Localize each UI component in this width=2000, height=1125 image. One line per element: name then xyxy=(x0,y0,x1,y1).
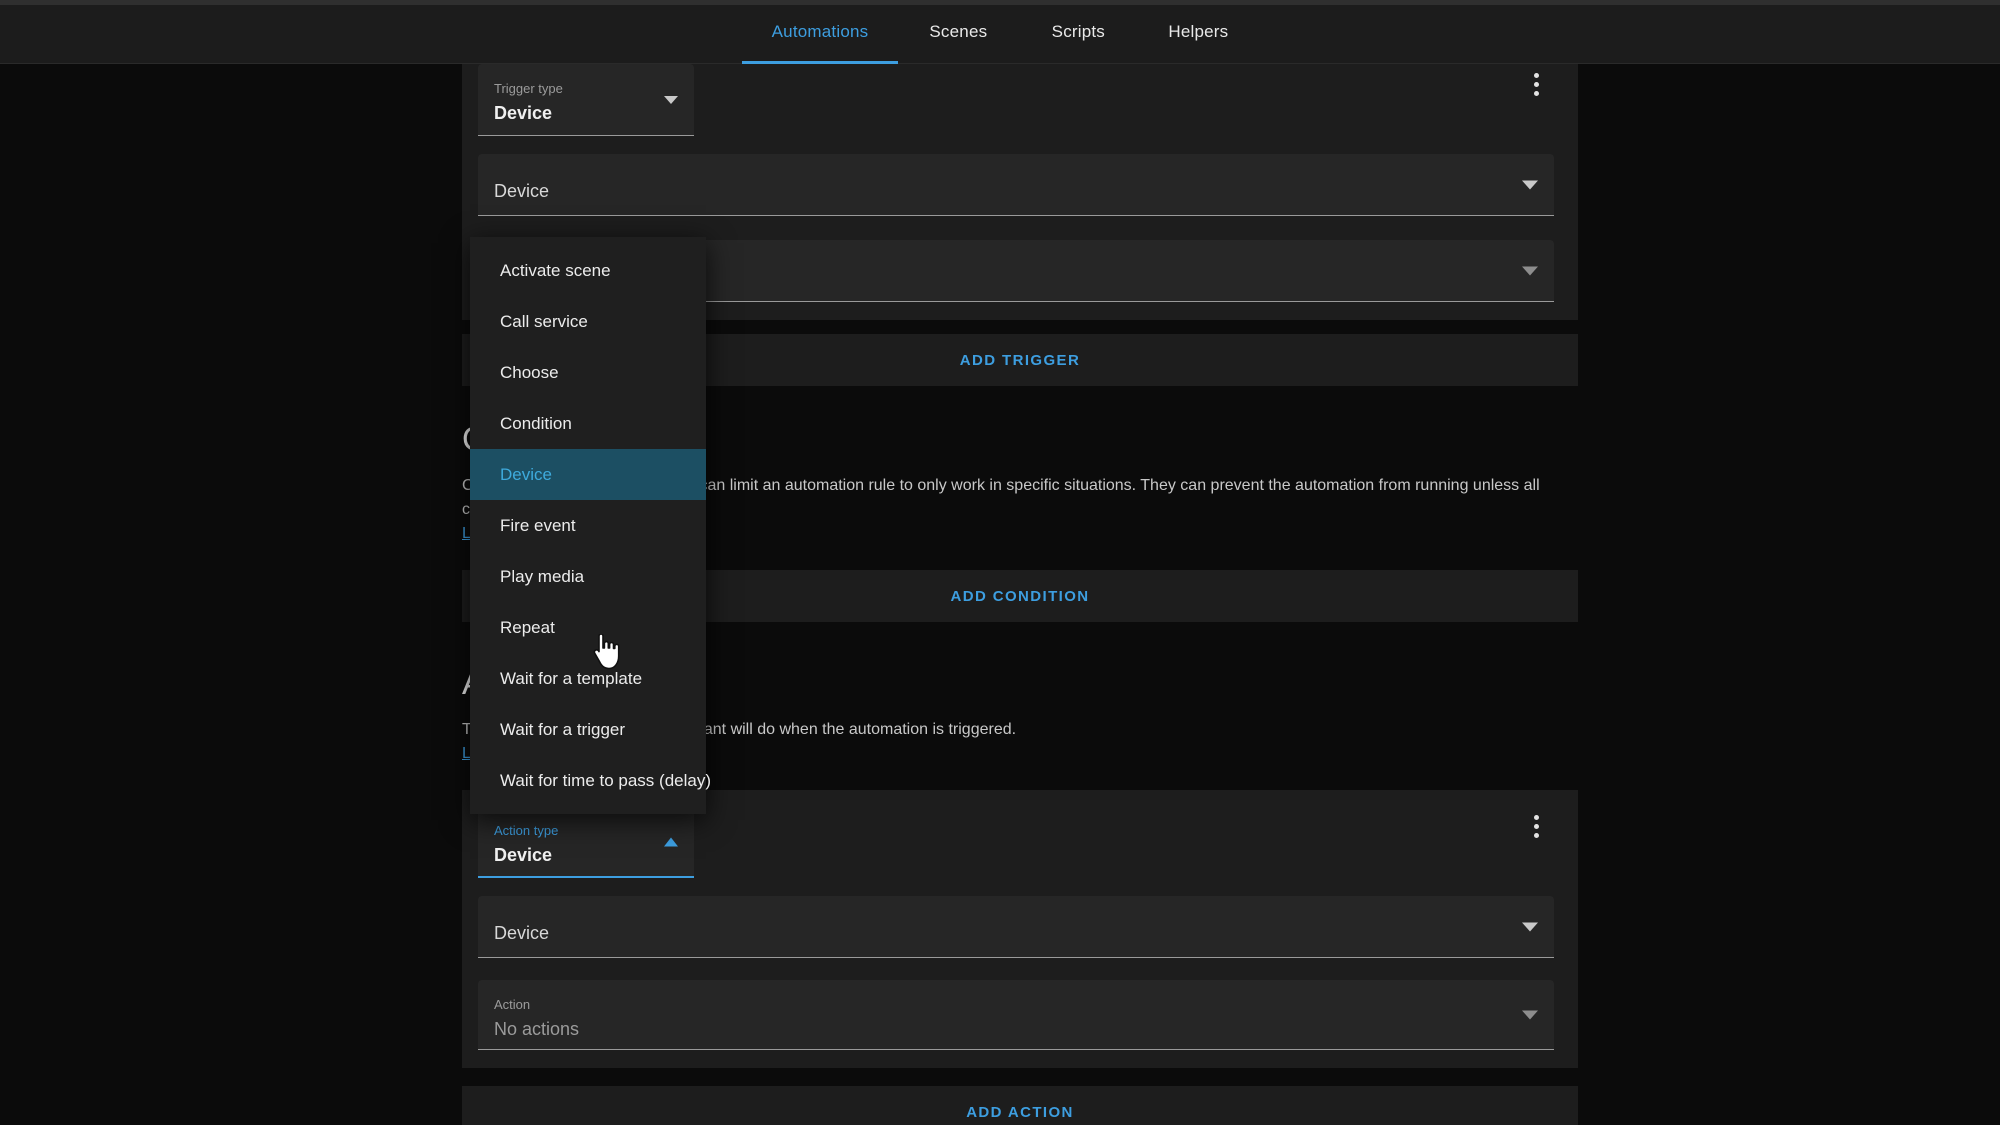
action-type-field[interactable]: Action type Device xyxy=(478,806,694,878)
action-type-value: Device xyxy=(494,845,553,865)
menu-item-label: Play media xyxy=(500,566,585,586)
tab-helpers-label: Helpers xyxy=(1168,22,1229,41)
trigger-overflow-menu-button[interactable] xyxy=(1516,64,1556,104)
chevron-down-icon[interactable] xyxy=(1522,180,1538,190)
menu-item-label: Repeat xyxy=(500,617,555,637)
action-action-label: Action xyxy=(494,997,531,1012)
action-overflow-menu-button[interactable] xyxy=(1516,806,1556,846)
menu-item-label: Activate scene xyxy=(500,260,611,280)
menu-item-label: Call service xyxy=(500,311,588,331)
action-type-dropdown-menu: Activate scene Call service Choose Condi… xyxy=(470,237,711,814)
menu-item-repeat[interactable]: Repeat xyxy=(470,602,706,653)
menu-item-wait-for-a-template[interactable]: Wait for a template xyxy=(470,653,706,704)
dots-vertical-icon-dot xyxy=(1533,823,1539,829)
dots-vertical-icon-dot xyxy=(1533,72,1539,78)
action-action-value: No actions xyxy=(494,1019,580,1039)
tab-scripts[interactable]: Scripts xyxy=(1018,0,1138,64)
trigger-type-value: Device xyxy=(494,103,553,123)
chevron-up-icon[interactable] xyxy=(664,837,678,847)
tab-helpers[interactable]: Helpers xyxy=(1138,0,1258,64)
chevron-down-icon[interactable] xyxy=(1522,922,1538,932)
menu-item-activate-scene[interactable]: Activate scene xyxy=(470,245,706,296)
menu-item-wait-for-a-trigger[interactable]: Wait for a trigger xyxy=(470,704,706,755)
menu-item-label: Wait for a template xyxy=(500,668,643,688)
menu-item-condition[interactable]: Condition xyxy=(470,398,706,449)
action-card: Action type Device Device Action No acti… xyxy=(462,790,1578,1068)
tab-automations[interactable]: Automations xyxy=(741,0,899,64)
dots-vertical-icon-dot xyxy=(1533,81,1539,87)
action-action-field[interactable]: Action No actions xyxy=(478,980,1554,1050)
chevron-down-icon[interactable] xyxy=(1522,266,1538,276)
add-action-button[interactable]: ADD ACTION xyxy=(462,1086,1578,1125)
menu-item-label: Device xyxy=(500,464,552,484)
trigger-card-header: Trigger type Device xyxy=(478,64,1562,140)
tab-scenes-label: Scenes xyxy=(929,22,988,41)
tab-automations-label: Automations xyxy=(771,22,869,41)
menu-item-call-service[interactable]: Call service xyxy=(470,296,706,347)
add-trigger-button-label: ADD TRIGGER xyxy=(959,351,1081,369)
chevron-down-icon[interactable] xyxy=(664,96,678,104)
action-device-value: Device xyxy=(494,923,550,943)
menu-item-fire-event[interactable]: Fire event xyxy=(470,500,706,551)
menu-item-label: Condition xyxy=(500,413,572,433)
menu-item-choose[interactable]: Choose xyxy=(470,347,706,398)
trigger-device-value: Device xyxy=(494,181,550,201)
action-type-label: Action type xyxy=(494,823,559,838)
dots-vertical-icon-dot xyxy=(1533,814,1539,820)
action-device-field[interactable]: Device xyxy=(478,896,1554,958)
menu-item-label: Choose xyxy=(500,362,559,382)
trigger-type-field[interactable]: Trigger type Device xyxy=(478,64,694,136)
dots-vertical-icon-dot xyxy=(1533,832,1539,838)
nav-tabs: Automations Scenes Scripts Helpers xyxy=(741,0,1259,64)
automation-editor-page: Trigger type Device Device ADD TRIGGER c… xyxy=(0,64,2000,1125)
tab-scenes[interactable]: Scenes xyxy=(898,0,1018,64)
action-card-header: Action type Device xyxy=(478,806,1562,882)
dots-vertical-icon-dot xyxy=(1533,90,1539,96)
chevron-down-icon[interactable] xyxy=(1522,1010,1538,1020)
app-root: Automations Scenes Scripts Helpers Trigg… xyxy=(0,0,2000,1125)
menu-item-label: Wait for a trigger xyxy=(500,719,626,739)
add-condition-button-label: ADD CONDITION xyxy=(950,587,1090,605)
trigger-type-label: Trigger type xyxy=(494,81,563,96)
menu-item-device[interactable]: Device xyxy=(470,449,706,500)
tab-scripts-label: Scripts xyxy=(1051,22,1106,41)
menu-item-label: Wait for time to pass (delay) xyxy=(500,770,711,790)
menu-item-label: Fire event xyxy=(500,515,576,535)
menu-item-play-media[interactable]: Play media xyxy=(470,551,706,602)
menu-item-wait-for-time-to-pass-delay[interactable]: Wait for time to pass (delay) xyxy=(470,755,711,806)
trigger-device-field[interactable]: Device xyxy=(478,154,1554,216)
top-navigation-bar: Automations Scenes Scripts Helpers xyxy=(0,0,2000,64)
add-action-button-label: ADD ACTION xyxy=(966,1103,1074,1121)
